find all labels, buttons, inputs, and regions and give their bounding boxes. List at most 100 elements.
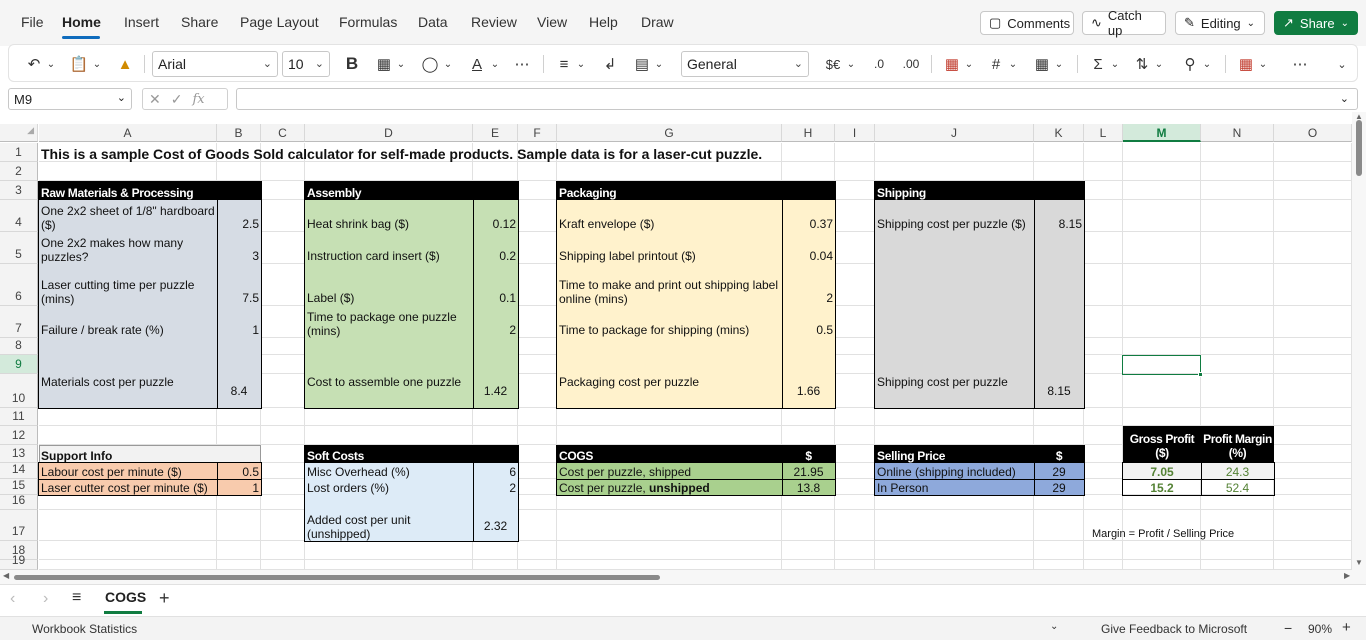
profit-margin-header[interactable]: Profit Margin (%) bbox=[1201, 428, 1274, 463]
raw-r10-label[interactable]: Materials cost per puzzle bbox=[39, 374, 217, 390]
zoom-out-icon[interactable]: − bbox=[1284, 620, 1292, 636]
column-header-c[interactable]: C bbox=[261, 124, 305, 142]
number-format-select[interactable]: General ⌄ bbox=[681, 51, 809, 77]
row-header-1[interactable]: 1 bbox=[0, 143, 38, 162]
shipping-r4-value[interactable]: 8.15 bbox=[1034, 200, 1084, 232]
soft-r14-value[interactable]: 6 bbox=[473, 463, 518, 479]
menu-share[interactable]: Share bbox=[181, 14, 218, 30]
align-icon[interactable]: ≡ bbox=[553, 51, 575, 77]
column-header-a[interactable]: A bbox=[39, 124, 217, 142]
row-header-4[interactable]: 4 bbox=[0, 200, 38, 232]
spreadsheet-grid[interactable]: ◢ ABCDEFGHIJKLMNO 1 2 3 4 5 6 7 8 9 10 11 12 13 14 15 1… bbox=[0, 124, 1352, 570]
packaging-r10-value[interactable]: 1.66 bbox=[782, 378, 835, 398]
collapse-ribbon-icon[interactable]: ⌄ bbox=[1331, 51, 1353, 77]
fill-color-icon[interactable]: ◯ bbox=[420, 51, 440, 77]
raw-r4-label[interactable]: One 2x2 sheet of 1/8" hardboard ($) bbox=[39, 200, 217, 232]
column-header-f[interactable]: F bbox=[518, 124, 557, 142]
menu-data[interactable]: Data bbox=[418, 14, 448, 30]
clipboard-icon[interactable]: 📋 bbox=[69, 51, 89, 77]
shipping-r10-value[interactable]: 8.15 bbox=[1034, 378, 1084, 398]
soft-r15-label[interactable]: Lost orders (%) bbox=[305, 479, 473, 495]
column-header-m[interactable]: M bbox=[1123, 124, 1201, 142]
sheet-title[interactable]: This is a sample Cost of Goods Sold calc… bbox=[39, 143, 939, 162]
assembly-r7-value[interactable]: 2 bbox=[473, 306, 518, 338]
menu-draw[interactable]: Draw bbox=[641, 14, 674, 30]
support-r15-label[interactable]: Laser cutter cost per minute ($) bbox=[39, 480, 217, 495]
sheet-tab-cogs[interactable]: COGS bbox=[100, 589, 151, 613]
packaging-r4-value[interactable]: 0.37 bbox=[782, 200, 835, 232]
menu-insert[interactable]: Insert bbox=[124, 14, 159, 30]
cogs-r15-value[interactable]: 13.8 bbox=[782, 480, 835, 495]
vertical-scroll-thumb[interactable] bbox=[1356, 120, 1362, 176]
soft-r14-label[interactable]: Misc Overhead (%) bbox=[305, 463, 473, 479]
selling-r14-value[interactable]: 29 bbox=[1034, 463, 1084, 479]
column-header-o[interactable]: O bbox=[1274, 124, 1352, 142]
selected-cell[interactable] bbox=[1122, 355, 1201, 375]
column-header-e[interactable]: E bbox=[473, 124, 518, 142]
assembly-r10-value[interactable]: 1.42 bbox=[473, 378, 518, 398]
confirm-icon[interactable]: ✓ bbox=[171, 91, 183, 108]
packaging-r10-label[interactable]: Packaging cost per puzzle bbox=[557, 374, 782, 390]
wrap-text-icon[interactable]: ↲ bbox=[599, 51, 621, 77]
font-color-icon[interactable]: A bbox=[467, 51, 487, 77]
packaging-r6-value[interactable]: 2 bbox=[782, 264, 835, 306]
next-sheet-icon[interactable]: › bbox=[43, 590, 48, 608]
raw-r5-label[interactable]: One 2x2 makes how many puzzles? bbox=[39, 232, 217, 264]
packaging-r6-label[interactable]: Time to make and print out shipping labe… bbox=[557, 264, 782, 306]
gross-profit-r14[interactable]: 7.05 bbox=[1123, 463, 1201, 479]
currency-icon[interactable]: $€ bbox=[821, 51, 845, 77]
expand-formula-icon[interactable]: ⌄ bbox=[1340, 92, 1349, 105]
search-icon[interactable]: ⚲ bbox=[1179, 51, 1201, 77]
menu-home[interactable]: Home bbox=[62, 14, 101, 30]
chevron-down-icon[interactable]: ⌄ bbox=[653, 51, 665, 77]
assembly-r6-label[interactable]: Label ($) bbox=[305, 264, 473, 306]
row-header-2[interactable]: 2 bbox=[0, 162, 38, 181]
soft-r17-value[interactable]: 2.32 bbox=[473, 510, 518, 541]
function-icon[interactable]: fx bbox=[192, 92, 204, 107]
zoom-level[interactable]: 90% bbox=[1308, 622, 1332, 636]
cancel-icon[interactable]: ✕ bbox=[149, 91, 161, 108]
menu-page-layout[interactable]: Page Layout bbox=[240, 14, 319, 30]
packaging-r4-label[interactable]: Kraft envelope ($) bbox=[557, 200, 782, 232]
scroll-down-icon[interactable]: ▼ bbox=[1355, 558, 1363, 567]
raw-r6-value[interactable]: 7.5 bbox=[217, 264, 261, 306]
profit-margin-r14[interactable]: 24.3 bbox=[1201, 463, 1274, 479]
add-ins-icon[interactable]: ▦ bbox=[1235, 51, 1257, 77]
row-header-14[interactable]: 14 bbox=[0, 462, 38, 479]
column-header-g[interactable]: G bbox=[557, 124, 782, 142]
row-header-3[interactable]: 3 bbox=[0, 181, 38, 200]
gross-profit-r15[interactable]: 15.2 bbox=[1123, 480, 1201, 495]
scroll-right-icon[interactable]: ▶ bbox=[1344, 571, 1350, 580]
format-painter-icon[interactable]: ▲ bbox=[115, 51, 135, 77]
row-header-5[interactable]: 5 bbox=[0, 232, 38, 264]
format-table-icon[interactable]: # bbox=[985, 51, 1007, 77]
autosum-icon[interactable]: Σ bbox=[1087, 51, 1109, 77]
menu-help[interactable]: Help bbox=[589, 14, 618, 30]
gross-profit-header[interactable]: Gross Profit ($) bbox=[1123, 428, 1201, 463]
support-r14-value[interactable]: 0.5 bbox=[217, 463, 261, 479]
packaging-r7-label[interactable]: Time to package for shipping (mins) bbox=[557, 306, 782, 338]
row-header-17[interactable]: 17 bbox=[0, 510, 38, 541]
profit-margin-r15[interactable]: 52.4 bbox=[1201, 480, 1274, 495]
row-header-11[interactable]: 11 bbox=[0, 408, 38, 426]
raw-r7-label[interactable]: Failure / break rate (%) bbox=[39, 306, 217, 338]
row-header-7[interactable]: 7 bbox=[0, 306, 38, 338]
raw-r4-value[interactable]: 2.5 bbox=[217, 200, 261, 232]
assembly-r4-label[interactable]: Heat shrink bag ($) bbox=[305, 200, 473, 232]
bold-icon[interactable]: B bbox=[342, 51, 362, 77]
selling-r14-label[interactable]: Online (shipping included) bbox=[875, 463, 1034, 479]
select-all-corner[interactable]: ◢ bbox=[0, 124, 38, 142]
decrease-decimal-icon[interactable]: .0 bbox=[867, 51, 891, 77]
row-header-12[interactable]: 12 bbox=[0, 426, 38, 445]
more-icon[interactable]: ⋯ bbox=[511, 51, 533, 77]
row-header-16[interactable]: 16 bbox=[0, 493, 38, 510]
cogs-r15-label[interactable]: Cost per puzzle, unshipped bbox=[557, 480, 782, 495]
chevron-down-icon[interactable]: ⌄ bbox=[1201, 51, 1213, 77]
chevron-down-icon[interactable]: ⌄ bbox=[845, 51, 857, 77]
share-button[interactable]: ↗ Share ⌄ bbox=[1274, 11, 1358, 35]
font-name-select[interactable]: Arial ⌄ bbox=[152, 51, 278, 77]
assembly-r5-value[interactable]: 0.2 bbox=[473, 232, 518, 264]
row-header-19[interactable]: 19 bbox=[0, 553, 38, 570]
chevron-down-icon[interactable]: ⌄ bbox=[395, 51, 407, 77]
margin-formula-note[interactable]: Margin = Profit / Selling Price bbox=[1090, 525, 1290, 541]
